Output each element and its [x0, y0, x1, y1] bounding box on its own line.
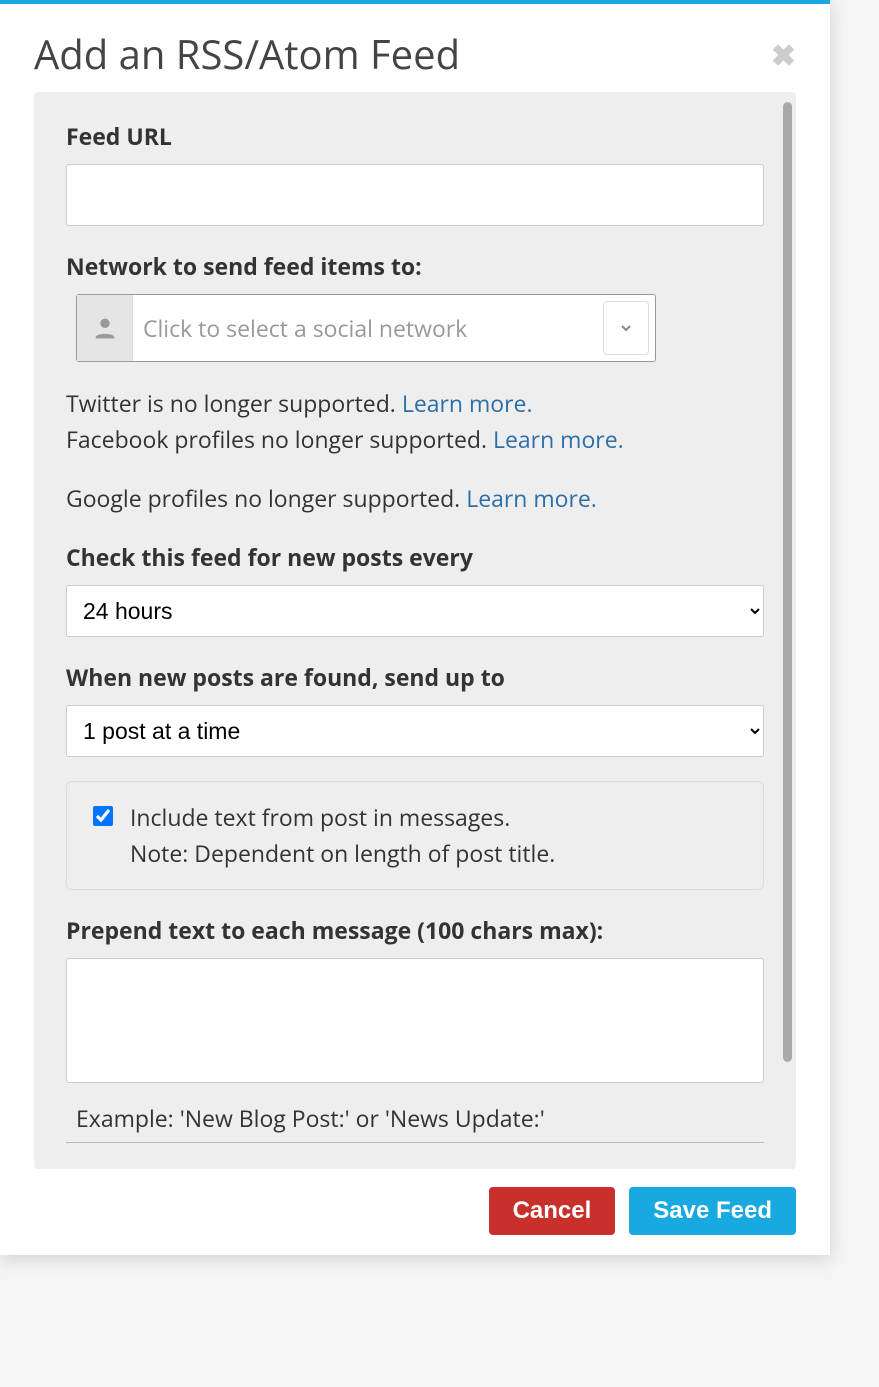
- save-feed-button[interactable]: Save Feed: [629, 1187, 796, 1235]
- twitter-note-text: Twitter is no longer supported.: [66, 387, 402, 419]
- close-icon[interactable]: ✖: [771, 40, 796, 70]
- person-icon: [77, 295, 133, 361]
- include-text-label: Include text from post in messages.: [130, 801, 510, 833]
- modal-header: Add an RSS/Atom Feed ✖: [0, 4, 830, 92]
- support-notes: Twitter is no longer supported. Learn mo…: [66, 386, 764, 457]
- prepend-label: Prepend text to each message (100 chars …: [66, 914, 764, 946]
- network-section: Network to send feed items to: Click to …: [66, 250, 764, 362]
- modal-footer: Cancel Save Feed: [0, 1169, 830, 1235]
- cancel-button[interactable]: Cancel: [489, 1187, 616, 1235]
- google-note-text: Google profiles no longer supported.: [66, 482, 466, 514]
- feed-url-input[interactable]: [66, 164, 764, 226]
- network-placeholder: Click to select a social network: [133, 295, 597, 361]
- feed-url-label: Feed URL: [66, 120, 764, 152]
- send-limit-select[interactable]: 1 post at a time: [66, 705, 764, 757]
- facebook-note-text: Facebook profiles no longer supported.: [66, 423, 493, 455]
- chevron-down-icon: [603, 301, 649, 355]
- scrollbar-thumb[interactable]: [783, 102, 792, 1062]
- include-text-note: Note: Dependent on length of post title.: [130, 836, 555, 872]
- check-interval-select[interactable]: 24 hours: [66, 585, 764, 637]
- google-note: Google profiles no longer supported. Lea…: [66, 481, 764, 517]
- include-text-labels: Include text from post in messages. Note…: [130, 800, 555, 871]
- include-text-box: Include text from post in messages. Note…: [66, 781, 764, 890]
- check-interval-section: Check this feed for new posts every 24 h…: [66, 541, 764, 637]
- send-limit-section: When new posts are found, send up to 1 p…: [66, 661, 764, 757]
- google-learn-more-link[interactable]: Learn more.: [466, 482, 597, 514]
- modal-body: Feed URL Network to send feed items to: …: [34, 92, 796, 1169]
- prepend-example: Example: 'New Blog Post:' or 'News Updat…: [66, 1092, 764, 1143]
- facebook-learn-more-link[interactable]: Learn more.: [493, 423, 624, 455]
- send-limit-label: When new posts are found, send up to: [66, 661, 764, 693]
- feed-url-section: Feed URL: [66, 120, 764, 226]
- modal-title: Add an RSS/Atom Feed: [34, 32, 460, 76]
- check-interval-label: Check this feed for new posts every: [66, 541, 764, 573]
- network-label: Network to send feed items to:: [66, 250, 764, 282]
- prepend-textarea[interactable]: [66, 958, 764, 1083]
- network-select[interactable]: Click to select a social network: [76, 294, 656, 362]
- add-feed-modal: Add an RSS/Atom Feed ✖ Feed URL Network …: [0, 0, 830, 1255]
- twitter-learn-more-link[interactable]: Learn more.: [402, 387, 533, 419]
- prepend-section: Prepend text to each message (100 chars …: [66, 914, 764, 1143]
- include-text-checkbox[interactable]: [93, 806, 113, 826]
